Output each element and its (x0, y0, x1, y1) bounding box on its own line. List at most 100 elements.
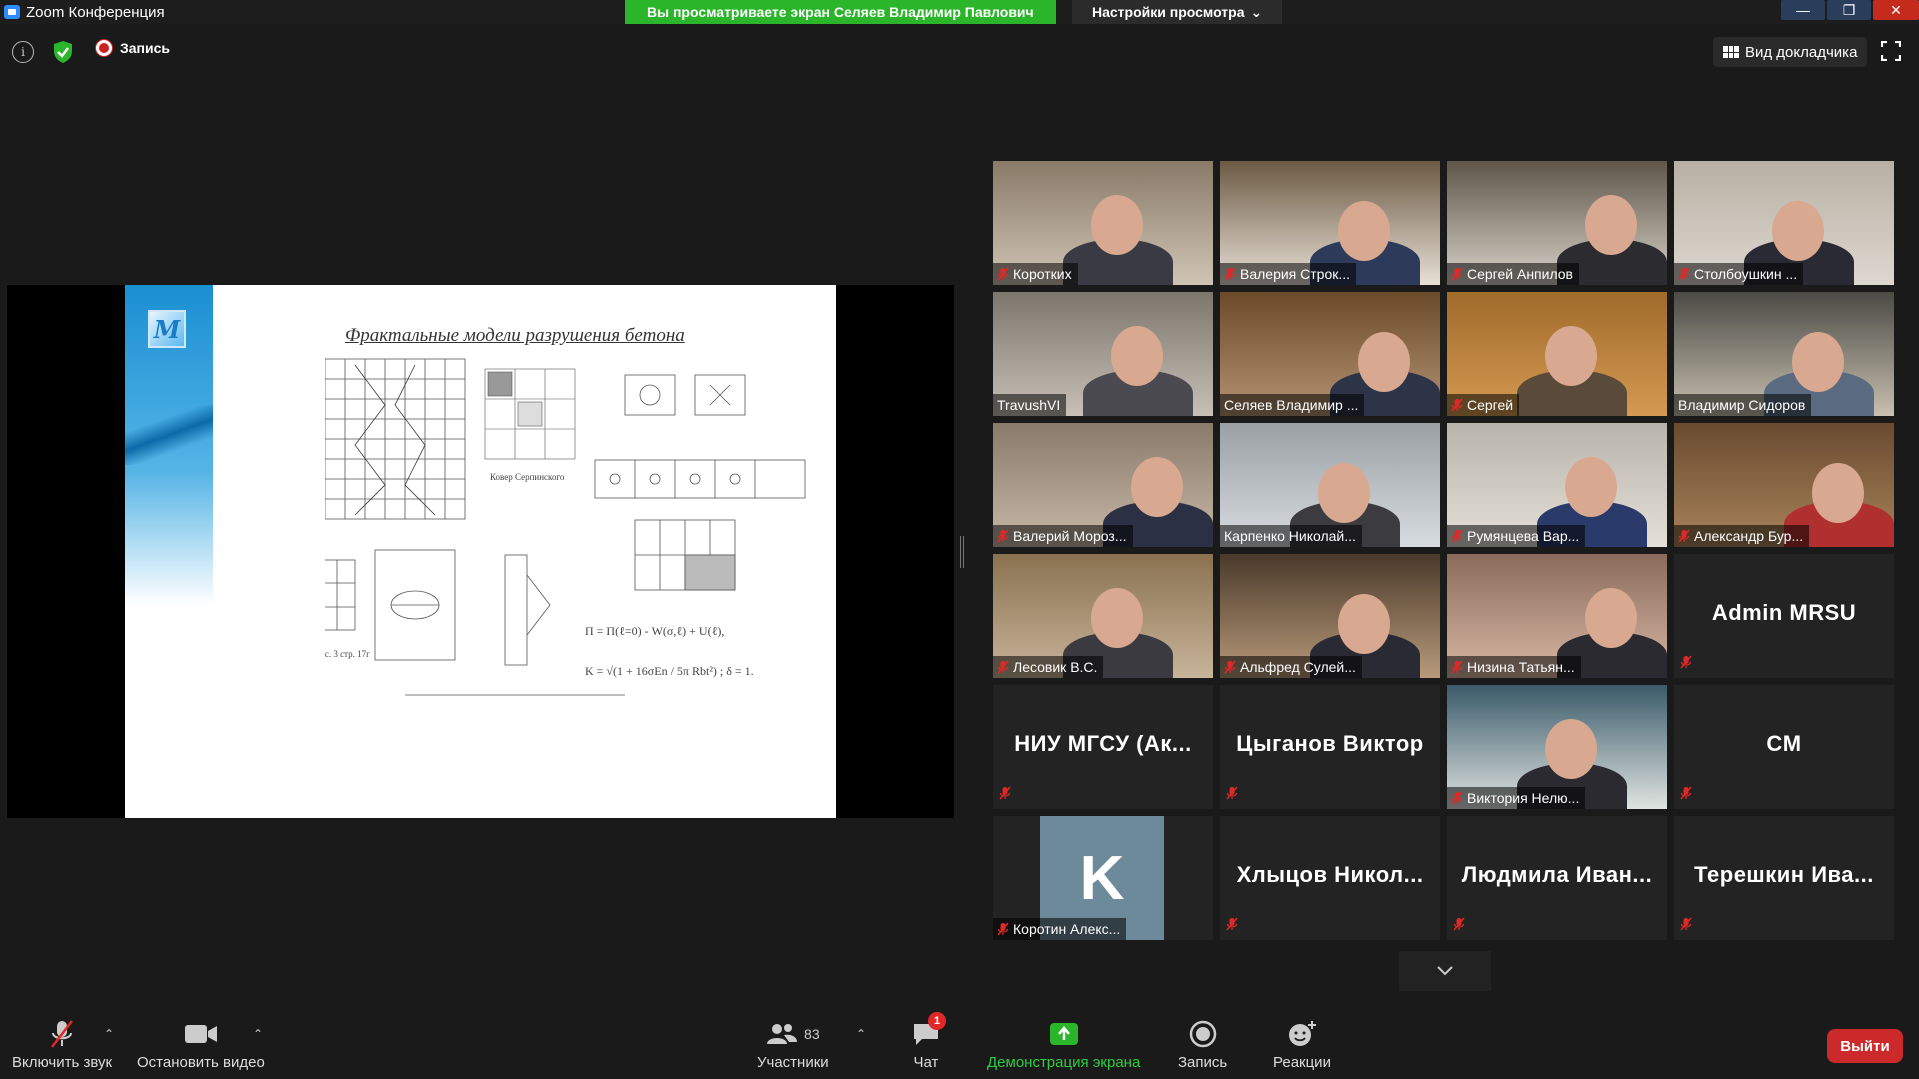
participant-name-tag: Лесовик В.С. (993, 656, 1104, 678)
speaker-view-button[interactable]: Вид докладчика (1713, 37, 1868, 67)
participant-head (1565, 457, 1617, 517)
slide-diagrams: Ковер Серпинского с. 3 стр. 17г Π = Π(ℓ=… (325, 358, 806, 696)
meeting-info-icon[interactable]: i (12, 41, 34, 63)
participant-tile[interactable]: Альфред Сулей... (1220, 554, 1440, 678)
participant-tile[interactable]: Виктория Нелю... (1447, 685, 1667, 809)
participant-tile[interactable]: CM (1674, 685, 1894, 809)
restore-button[interactable]: ❐ (1827, 0, 1871, 20)
participant-name: Терешкин Ива... (1694, 862, 1874, 887)
participant-name-tag: Сергей Анпилов (1447, 263, 1579, 285)
microphone-muted-icon (1451, 791, 1463, 805)
unmute-button[interactable]: Включить звук (12, 1018, 112, 1071)
participant-tile[interactable]: Валерия Строк... (1220, 161, 1440, 285)
reactions-button[interactable]: Реакции (1273, 1018, 1331, 1071)
microphone-muted-icon (1451, 529, 1463, 543)
screen-share-banner: Вы просматриваете экран Селяев Владимир … (625, 0, 1056, 24)
university-logo: M (148, 310, 186, 348)
participant-head (1318, 463, 1370, 523)
participant-name: Виктория Нелю... (1467, 790, 1580, 806)
formula-k: K = √(1 + 16σEn / 5π Rbt²) ; δ = 1. (585, 664, 754, 678)
recording-indicator[interactable]: Запись (96, 40, 170, 56)
audio-options-caret[interactable]: ⌃ (104, 1027, 114, 1041)
participant-tile[interactable]: Хлыцов Никол... (1220, 816, 1440, 940)
view-options-button[interactable]: Настройки просмотра ⌄ (1072, 0, 1283, 24)
muted-indicator (1226, 917, 1238, 936)
close-button[interactable]: ✕ (1873, 0, 1919, 20)
view-options-label: Настройки просмотра (1092, 4, 1245, 20)
participant-tile[interactable]: Александр Бур... (1674, 423, 1894, 547)
participant-head (1338, 201, 1390, 261)
muted-indicator (1680, 655, 1692, 674)
muted-indicator (1680, 786, 1692, 805)
microphone-muted-icon (997, 922, 1009, 936)
participant-name-tag: Валерий Мороз... (993, 525, 1133, 547)
participant-head (1772, 201, 1824, 261)
microphone-muted-icon (1226, 917, 1238, 931)
slide-side-banner (125, 285, 213, 818)
participant-name: Селяев Владимир ... (1224, 397, 1359, 413)
chat-button[interactable]: 1 Чат (912, 1012, 946, 1071)
participant-tile[interactable]: TravushVI (993, 292, 1213, 416)
stop-video-button[interactable]: Остановить видео (137, 1018, 265, 1071)
fullscreen-icon[interactable] (1881, 41, 1901, 61)
participant-tile[interactable]: Румянцева Вар... (1447, 423, 1667, 547)
participant-head (1792, 332, 1844, 392)
speaker-view-label: Вид докладчика (1745, 43, 1858, 61)
participants-button[interactable]: 83 Участники (757, 1018, 829, 1071)
participant-tile[interactable]: Столбоушкин ... (1674, 161, 1894, 285)
participant-tile[interactable]: Терешкин Ива... (1674, 816, 1894, 940)
participant-name: НИУ МГСУ (Ак... (1014, 731, 1192, 756)
minimize-button[interactable]: — (1781, 0, 1825, 20)
participant-name: Хлыцов Никол... (1236, 862, 1424, 887)
participant-tile[interactable]: Валерий Мороз... (993, 423, 1213, 547)
panel-splitter[interactable] (960, 536, 964, 568)
microphone-muted-icon (1451, 660, 1463, 674)
participant-tile[interactable]: Сергей Анпилов (1447, 161, 1667, 285)
participant-name: Коротин Алекс... (1013, 921, 1121, 937)
shared-screen[interactable]: M Фрактальные модели разрушения бетона К… (7, 285, 954, 818)
participant-name-tag: Сергей (1447, 394, 1520, 416)
microphone-muted-icon (1680, 655, 1692, 669)
record-dot-icon (96, 40, 112, 56)
video-options-caret[interactable]: ⌃ (253, 1027, 263, 1041)
muted-indicator (999, 786, 1011, 805)
chat-unread-badge: 1 (928, 1012, 946, 1030)
participant-name: CM (1766, 731, 1802, 756)
record-button[interactable]: Запись (1178, 1018, 1227, 1071)
leave-meeting-button[interactable]: Выйти (1827, 1029, 1903, 1063)
participant-name: Владимир Сидоров (1678, 397, 1806, 413)
gallery-next-page-button[interactable] (1399, 951, 1491, 991)
microphone-muted-icon (1678, 529, 1690, 543)
window-controls: — ❐ ✕ (1779, 0, 1919, 24)
share-screen-button[interactable]: Демонстрация экрана (987, 1018, 1140, 1071)
slide-title: Фрактальные модели разрушения бетона (345, 325, 685, 346)
participant-tile[interactable]: Низина Татьян... (1447, 554, 1667, 678)
participant-name: Людмила Иван... (1461, 862, 1653, 887)
participant-tile[interactable]: Цыганов Виктор (1220, 685, 1440, 809)
zoom-window: Zoom Конференция Вы просматриваете экран… (0, 0, 1919, 1079)
microphone-muted-icon (1680, 917, 1692, 931)
microphone-muted-icon (1451, 398, 1463, 412)
participant-head (1545, 719, 1597, 779)
participant-name-tag: Румянцева Вар... (1447, 525, 1586, 547)
participant-tile[interactable]: Владимир Сидоров (1674, 292, 1894, 416)
participant-name: Цыганов Виктор (1236, 731, 1424, 756)
microphone-muted-icon (997, 660, 1009, 674)
security-shield-icon[interactable] (52, 40, 74, 64)
participant-tile[interactable]: НИУ МГСУ (Ак... (993, 685, 1213, 809)
participant-tile[interactable]: Селяев Владимир ... (1220, 292, 1440, 416)
participant-tile[interactable]: Admin MRSU (1674, 554, 1894, 678)
participant-tile[interactable]: Лесовик В.С. (993, 554, 1213, 678)
formula-energy: Π = Π(ℓ=0) - W(σ,ℓ) + U(ℓ), (585, 624, 724, 638)
participant-tile[interactable]: K Коротин Алекс... (993, 816, 1213, 940)
participant-name-tag: Владимир Сидоров (1674, 394, 1812, 416)
participant-tile[interactable]: Карпенко Николай... (1220, 423, 1440, 547)
participants-options-caret[interactable]: ⌃ (856, 1027, 866, 1041)
participant-tile[interactable]: Сергей (1447, 292, 1667, 416)
participants-count: 83 (804, 1026, 820, 1042)
participant-tile[interactable]: Людмила Иван... (1447, 816, 1667, 940)
share-screen-icon (1049, 1023, 1078, 1045)
participant-name-tag: Виктория Нелю... (1447, 787, 1586, 809)
participant-tile[interactable]: Коротких (993, 161, 1213, 285)
participant-name-tag: TravushVI (993, 394, 1067, 416)
